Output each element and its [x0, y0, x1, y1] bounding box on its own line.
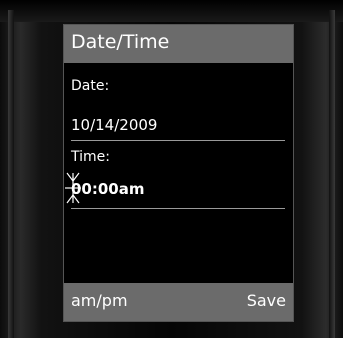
date-value: 10/14/2009 — [71, 116, 158, 134]
am-pm-softkey[interactable]: am/pm — [71, 291, 128, 310]
time-label: Time: — [71, 149, 110, 165]
title-bar: Date/Time — [64, 25, 293, 63]
softkey-bar: am/pm Save — [64, 283, 293, 321]
device-bezel-top — [0, 0, 343, 22]
save-softkey[interactable]: Save — [247, 291, 286, 310]
date-label: Date: — [71, 78, 110, 94]
phone-device: Date/Time Date: 10/14/2009 Time: 00:00am… — [0, 0, 343, 338]
time-value: 00:00am — [71, 180, 145, 198]
phone-screen: Date/Time Date: 10/14/2009 Time: 00:00am… — [63, 24, 294, 322]
time-field-underline — [71, 208, 285, 209]
date-field-underline — [71, 140, 285, 141]
time-field[interactable]: 00:00am — [64, 171, 293, 211]
device-bezel-left — [8, 10, 14, 338]
screen-title: Date/Time — [71, 31, 170, 53]
date-field[interactable]: 10/14/2009 — [64, 107, 293, 141]
device-bezel-right — [329, 10, 335, 338]
